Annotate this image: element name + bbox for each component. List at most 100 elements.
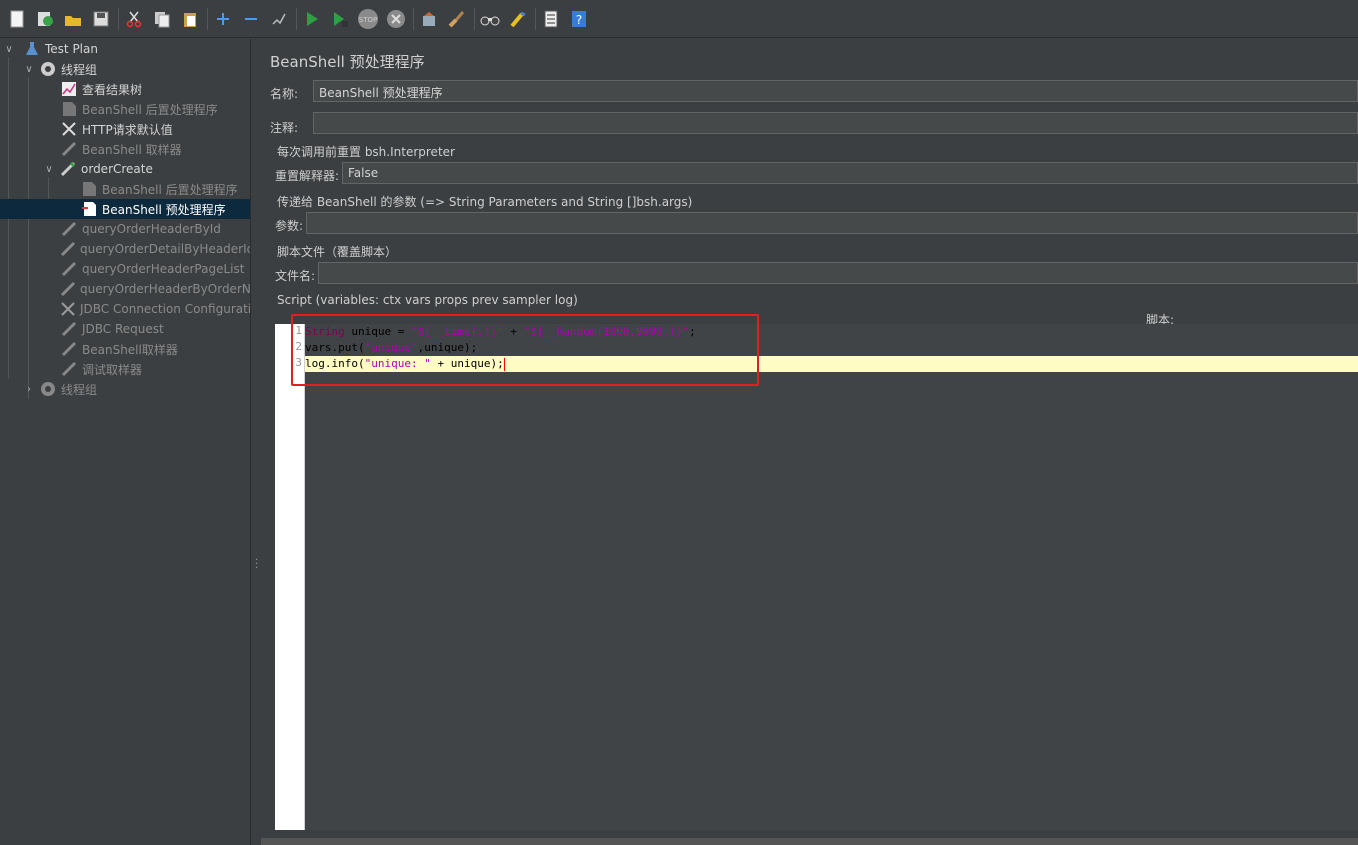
params-field[interactable] [306, 212, 1358, 234]
pipette-icon [60, 140, 78, 158]
tree-item-jdbc-connection[interactable]: JDBC Connection Configuration [0, 299, 250, 319]
toolbar-separator [296, 7, 297, 30]
tree-item-label: JDBC Connection Configuration [80, 302, 250, 316]
tree-item-label: 查看结果树 [82, 82, 143, 97]
collapse-icon[interactable] [240, 8, 262, 30]
open-icon[interactable] [62, 8, 84, 30]
toolbar-separator [474, 7, 475, 30]
tree-item-jdbc-request[interactable]: JDBC Request [0, 319, 250, 339]
tree-item-label: JDBC Request [82, 322, 164, 336]
help-icon[interactable]: ? [568, 8, 590, 30]
pipette-icon [60, 220, 78, 238]
toolbar-separator [118, 7, 119, 30]
tree-item-beanshell-preprocessor[interactable]: BeanShell 预处理程序 [0, 199, 250, 219]
tree-item-label: BeanShell 预处理程序 [102, 202, 226, 217]
script-group-title: Script (variables: ctx vars props prev s… [277, 293, 578, 307]
pipette-icon [60, 360, 78, 378]
tree-item-label: Test Plan [45, 42, 98, 56]
shutdown-icon[interactable] [385, 8, 407, 30]
annotation-highlight-box [291, 314, 759, 386]
toolbar-separator [535, 7, 536, 30]
chevron-down-icon[interactable]: ∨ [23, 63, 35, 75]
tree-item-label: queryOrderDetailByHeaderId [80, 242, 250, 256]
comment-field[interactable] [313, 112, 1358, 134]
chevron-right-icon[interactable]: › [23, 383, 35, 395]
tree-item-label: BeanShell 取样器 [82, 142, 182, 157]
tree-item-beanshell-postprocessor[interactable]: BeanShell 后置处理程序 [0, 99, 250, 119]
tree-item-label: BeanShell取样器 [82, 342, 178, 357]
name-field[interactable]: BeanShell 预处理程序 [313, 80, 1358, 102]
tree-item-query-order-detail[interactable]: queryOrderDetailByHeaderId [0, 239, 250, 259]
clear-all-icon[interactable] [446, 8, 468, 30]
clear-icon[interactable] [418, 8, 440, 30]
tree-item-label: 调试取样器 [82, 362, 143, 377]
gear-icon [39, 60, 57, 78]
toolbar-separator [413, 7, 414, 30]
chevron-down-icon[interactable]: ∨ [3, 43, 15, 55]
start-no-pause-icon[interactable] [329, 8, 351, 30]
params-group-title: 传递给 BeanShell 的参数 (=> String Parameters … [277, 195, 693, 209]
split-pane-divider[interactable]: · · · [250, 39, 261, 845]
toggle-icon[interactable] [268, 8, 290, 30]
flask-icon [23, 40, 41, 58]
tree-item-label: queryOrderHeaderPageList [82, 262, 245, 276]
script-editor[interactable]: 1 2 3 String unique = "${__time(,)}" + "… [275, 324, 1358, 830]
function-helper-icon[interactable] [540, 8, 562, 30]
tree-item-label: queryOrderHeaderByOrderNum [80, 282, 250, 296]
toolbar-separator [207, 7, 208, 30]
reset-interpreter-select[interactable]: False [342, 162, 1358, 184]
beanshell-preprocessor-panel: BeanShell 预处理程序 名称: BeanShell 预处理程序 注释: … [261, 39, 1358, 845]
expand-icon[interactable] [212, 8, 234, 30]
reset-search-icon[interactable] [507, 8, 529, 30]
tree-item-query-order-by-num[interactable]: queryOrderHeaderByOrderNum [0, 279, 250, 299]
templates-icon[interactable] [34, 8, 56, 30]
name-label: 名称: [270, 87, 299, 101]
wrench-icon [60, 120, 78, 138]
doc-icon [60, 100, 78, 118]
tree-item-beanshell-sampler[interactable]: BeanShell 取样器 [0, 139, 250, 159]
reset-label: 重置解释器: [275, 169, 340, 183]
pipette-icon [60, 260, 78, 278]
tree-item-beanshell-postprocessor-2[interactable]: BeanShell 后置处理程序 [0, 179, 250, 199]
params-label: 参数: [275, 219, 304, 233]
tree-item-query-order-page-list[interactable]: queryOrderHeaderPageList [0, 259, 250, 279]
pipette-icon [60, 340, 78, 358]
tree-item-label: queryOrderHeaderById [82, 222, 221, 236]
file-group-title: 脚本文件（覆盖脚本） [277, 245, 398, 259]
copy-icon[interactable] [151, 8, 173, 30]
tree-item-label: 线程组 [61, 62, 98, 77]
pipette-icon [60, 240, 76, 258]
line-number-gutter: 1 2 3 [275, 324, 305, 830]
tree-item-label: orderCreate [81, 162, 153, 176]
tree-item-test-plan[interactable]: ∨ Test Plan [0, 39, 250, 59]
tree-item-beanshell-sampler-2[interactable]: BeanShell取样器 [0, 339, 250, 359]
filename-field[interactable] [318, 262, 1358, 284]
tree-item-thread-group[interactable]: ∨ 线程组 [0, 59, 250, 79]
tree-item-view-results-tree[interactable]: 查看结果树 [0, 79, 250, 99]
wrench-icon [60, 300, 76, 318]
preprocessor-icon [80, 200, 98, 218]
tree-item-debug-sampler[interactable]: 调试取样器 [0, 359, 250, 379]
pipette-icon [59, 160, 77, 178]
stop-icon[interactable]: STOP [357, 8, 379, 30]
doc-icon [80, 180, 98, 198]
start-icon[interactable] [301, 8, 323, 30]
tree-item-order-create[interactable]: ∨ orderCreate [0, 159, 250, 179]
paste-icon[interactable] [179, 8, 201, 30]
reset-group-title: 每次调用前重置 bsh.Interpreter [277, 145, 455, 159]
pipette-icon [60, 280, 76, 298]
horizontal-scrollbar[interactable] [261, 838, 1358, 845]
chevron-down-icon[interactable]: ∨ [43, 163, 55, 175]
tree-item-thread-group-2[interactable]: › 线程组 [0, 379, 250, 399]
drag-handle-icon[interactable]: · · · [255, 556, 258, 574]
tree-item-query-order-header-by-id[interactable]: queryOrderHeaderById [0, 219, 250, 239]
tree-item-http-defaults[interactable]: HTTP请求默认值 [0, 119, 250, 139]
search-icon[interactable] [479, 8, 501, 30]
comment-label: 注释: [270, 121, 299, 135]
tree-item-label: BeanShell 后置处理程序 [82, 102, 218, 117]
new-icon[interactable] [6, 8, 28, 30]
svg-text:STOP: STOP [359, 16, 377, 24]
cut-icon[interactable] [123, 8, 145, 30]
save-icon[interactable] [90, 8, 112, 30]
gear-icon [39, 380, 57, 398]
